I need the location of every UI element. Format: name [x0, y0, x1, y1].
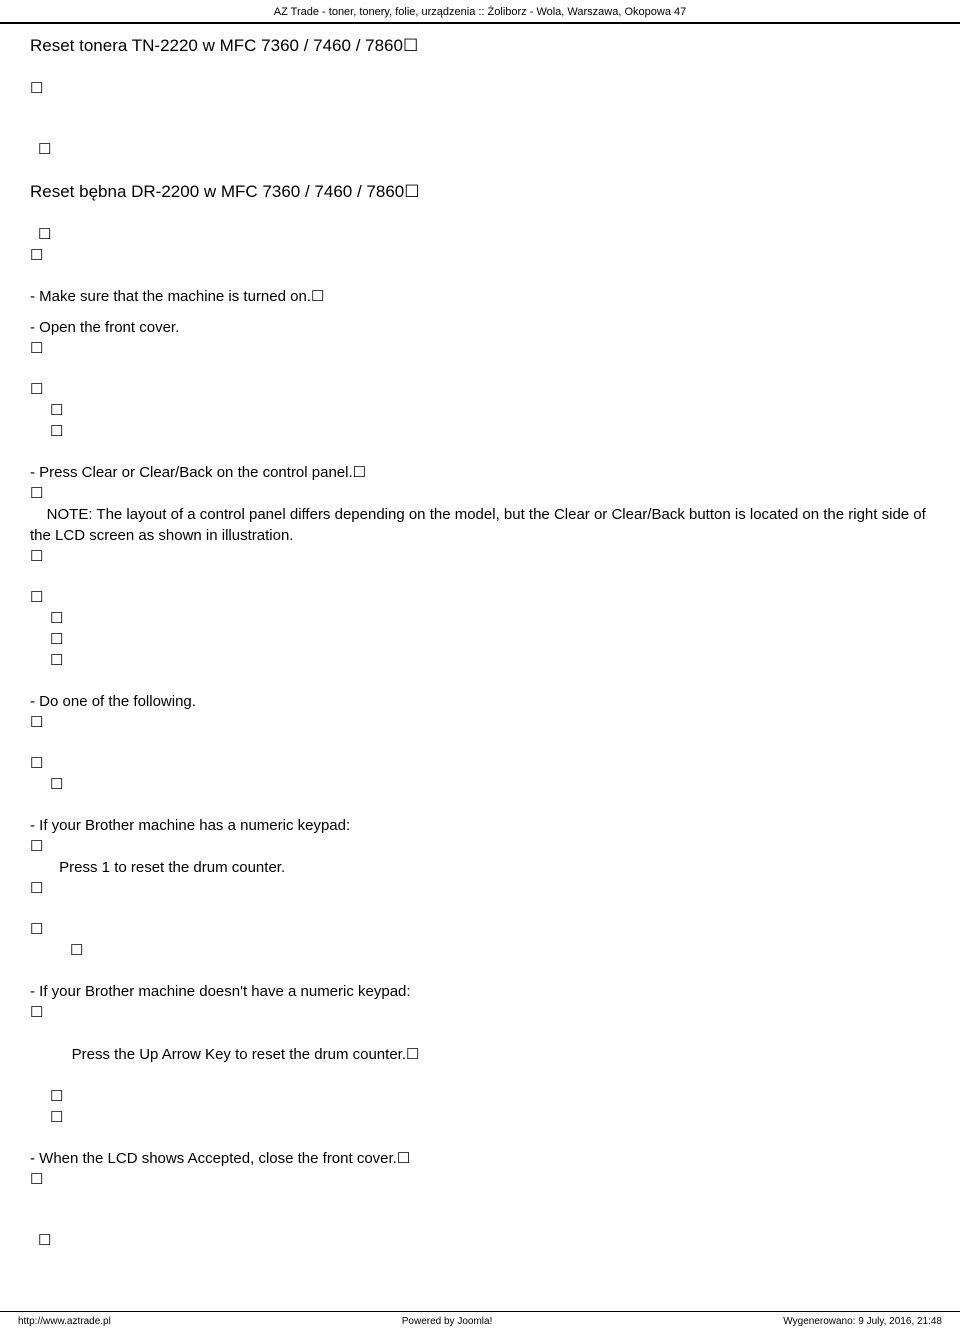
heading-toner-reset: Reset tonera TN-2220 w MFC 7360 / 7460 /… [30, 34, 930, 58]
step-close-cover: - When the LCD shows Accepted, close the… [30, 1148, 930, 1169]
placeholder-icon: ☐ [404, 182, 419, 201]
placeholder-line: ☐ [30, 421, 930, 442]
placeholder-line: ☐ [30, 940, 930, 961]
placeholder-line: ☐ [30, 629, 930, 650]
placeholder-line: ☐ [30, 878, 930, 899]
note-text: NOTE: The layout of a control panel diff… [30, 504, 930, 546]
placeholder-line: ☐ [30, 224, 930, 245]
placeholder-icon: ☐ [311, 288, 324, 305]
step-no-numeric-keypad: - If your Brother machine doesn't have a… [30, 981, 930, 1002]
placeholder-line: ☐ [30, 1086, 930, 1107]
placeholder-line: ☐ [30, 919, 930, 940]
placeholder-line: ☐ [30, 650, 930, 671]
placeholder-line: ☐ [30, 78, 930, 99]
substep-press-up: Press the Up Arrow Key to reset the drum… [30, 1023, 930, 1086]
placeholder-line: ☐ [30, 400, 930, 421]
placeholder-line: ☐ [30, 1107, 930, 1128]
placeholder-line: ☐ [30, 546, 930, 567]
placeholder-line: ☐ [30, 774, 930, 795]
document-content: Reset tonera TN-2220 w MFC 7360 / 7460 /… [0, 24, 960, 1251]
footer-timestamp: Wygenerowano: 9 July, 2016, 21:48 [783, 1316, 942, 1327]
header-title: AZ Trade - toner, tonery, folie, urządze… [274, 6, 686, 18]
placeholder-line: ☐ [30, 712, 930, 733]
placeholder-line: ☐ [30, 587, 930, 608]
heading-drum-reset: Reset bębna DR-2200 w MFC 7360 / 7460 / … [30, 180, 930, 204]
placeholder-line: ☐ [30, 338, 930, 359]
footer-url: http://www.aztrade.pl [18, 1316, 111, 1327]
placeholder-icon: ☐ [406, 1046, 419, 1063]
placeholder-line: ☐ [30, 245, 930, 266]
placeholder-line: ☐ [30, 139, 930, 160]
placeholder-icon: ☐ [403, 36, 418, 55]
step-open-cover: - Open the front cover. [30, 317, 930, 338]
placeholder-line: ☐ [30, 753, 930, 774]
placeholder-icon: ☐ [353, 464, 366, 481]
step-numeric-keypad: - If your Brother machine has a numeric … [30, 815, 930, 836]
step-do-one: - Do one of the following. [30, 691, 930, 712]
placeholder-line: ☐ [30, 608, 930, 629]
substep-press-1: Press 1 to reset the drum counter. [30, 857, 930, 878]
step-press-clear: - Press Clear or Clear/Back on the contr… [30, 462, 930, 483]
placeholder-line: ☐ [30, 379, 930, 400]
placeholder-line: ☐ [30, 1002, 930, 1023]
footer-generator: Powered by Joomla! [402, 1316, 493, 1327]
placeholder-line: ☐ [30, 1169, 930, 1190]
placeholder-line: ☐ [30, 836, 930, 857]
placeholder-line: ☐ [30, 1230, 930, 1251]
placeholder-icon: ☐ [397, 1150, 410, 1167]
page-header: AZ Trade - toner, tonery, folie, urządze… [0, 0, 960, 24]
placeholder-line: ☐ [30, 483, 930, 504]
page-footer: http://www.aztrade.pl Powered by Joomla!… [0, 1311, 960, 1333]
step-turn-on: - Make sure that the machine is turned o… [30, 286, 930, 307]
